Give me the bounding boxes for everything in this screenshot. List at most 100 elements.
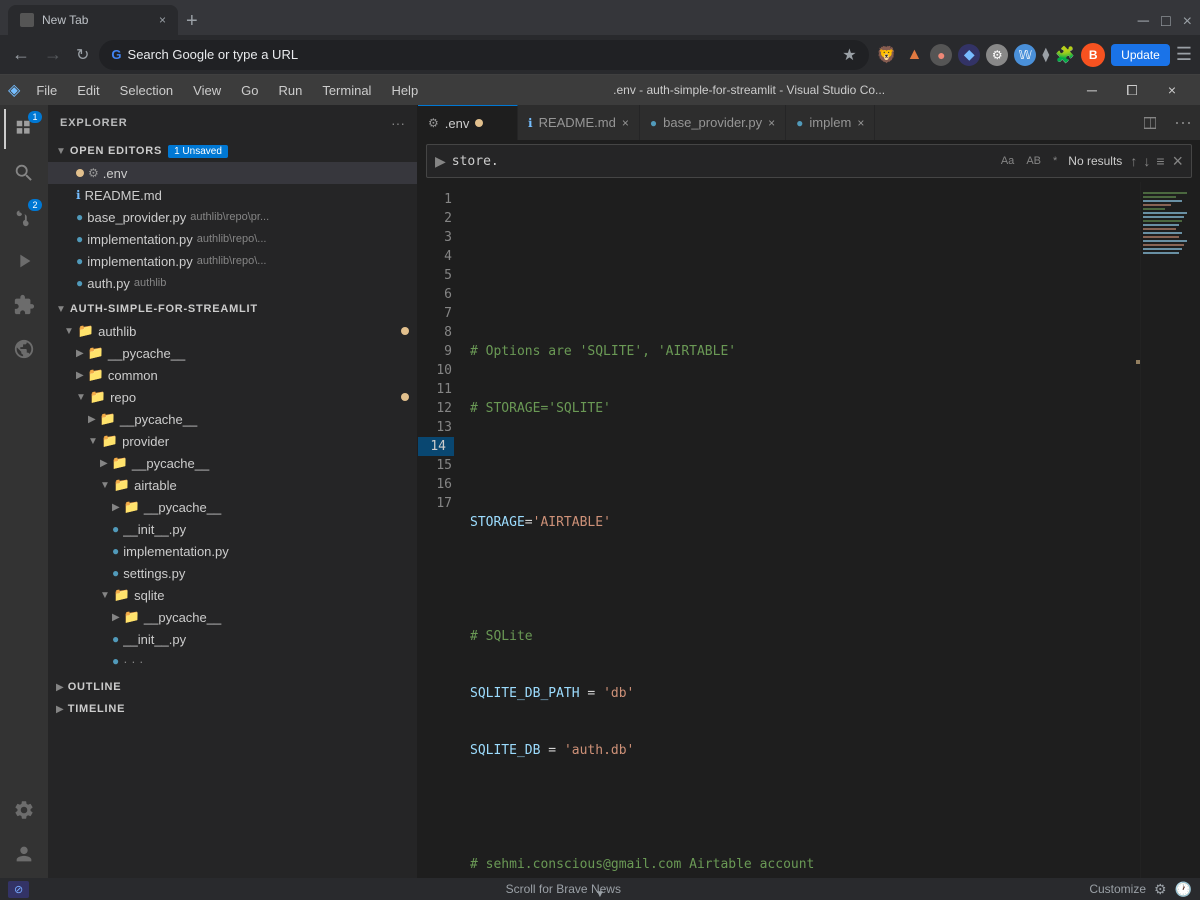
airtable-impl-file[interactable]: ● implementation.py: [48, 540, 417, 562]
activity-source-control[interactable]: 2: [4, 197, 44, 237]
extensions-icon[interactable]: 🧩: [1055, 45, 1075, 65]
readme-tab-close[interactable]: ×: [622, 116, 629, 130]
reload-btn[interactable]: ↻: [72, 41, 93, 69]
sidebar-more-btn[interactable]: ···: [391, 115, 405, 131]
vscode-menu-go[interactable]: Go: [233, 79, 266, 102]
repo-chevron-down-icon: ▼: [76, 392, 86, 403]
sqlite-more-files[interactable]: ● · · ·: [48, 650, 417, 672]
airtable-folder-name: airtable: [134, 478, 177, 493]
provider-folder[interactable]: ▼ 📁 provider: [48, 430, 417, 452]
new-tab-button[interactable]: +: [178, 10, 206, 33]
customize-btn[interactable]: Customize: [1089, 882, 1146, 896]
airtable-settings-file[interactable]: ● settings.py: [48, 562, 417, 584]
project-folder-header[interactable]: ▼ AUTH-SIMPLE-FOR-STREAMLIT: [48, 298, 417, 320]
pycache-folder-2[interactable]: ▶ 📁 __pycache__: [48, 408, 417, 430]
window-maximize-btn[interactable]: □: [1161, 13, 1171, 31]
tab-base-provider[interactable]: ● base_provider.py ×: [640, 105, 786, 140]
open-editors-label: Open Editors: [70, 145, 162, 157]
vscode-close-btn[interactable]: ×: [1152, 75, 1192, 105]
ext-icon-1[interactable]: ●: [930, 44, 952, 66]
search-expand-icon[interactable]: ▶: [435, 153, 446, 170]
vscode-menu-view[interactable]: View: [185, 79, 229, 102]
vscode-win-controls: ─ ⧠ ×: [1072, 75, 1192, 105]
vscode-menu-edit[interactable]: Edit: [69, 79, 107, 102]
search-regex-btn[interactable]: *: [1048, 152, 1062, 170]
window-minimize-btn[interactable]: ─: [1138, 13, 1149, 31]
bookmark-star-icon[interactable]: ★: [842, 45, 856, 65]
tab-implem[interactable]: ● implem ×: [786, 105, 875, 140]
tab-env[interactable]: ⚙ .env: [418, 105, 518, 140]
ext-icon-2[interactable]: ◆: [958, 44, 980, 66]
search-case-btn[interactable]: Aa: [996, 152, 1019, 170]
code-line-10: SQLITE_DB = 'auth.db': [470, 741, 1140, 760]
search-prev-btn[interactable]: ↑: [1128, 151, 1139, 171]
pycache-folder-3[interactable]: ▶ 📁 __pycache__: [48, 452, 417, 474]
nav-forward-btn[interactable]: →: [40, 40, 66, 69]
activity-extensions[interactable]: [4, 285, 44, 325]
open-editor-auth[interactable]: ● auth.py authlib: [48, 272, 417, 294]
repo-dot-badge: [401, 393, 409, 401]
ext-icon-3[interactable]: ⚙: [986, 44, 1008, 66]
base-provider-tab-close[interactable]: ×: [768, 116, 775, 130]
vscode-menu-selection[interactable]: Selection: [112, 79, 181, 102]
window-close-btn[interactable]: ×: [1183, 13, 1192, 31]
tab-readme[interactable]: ℹ README.md ×: [518, 105, 640, 140]
open-editor-impl-1[interactable]: ● implementation.py authlib\repo\...: [48, 228, 417, 250]
scroll-news-label: Scroll for Brave News: [37, 882, 1089, 896]
search-next-btn[interactable]: ↓: [1141, 151, 1152, 171]
vscode-menu-help[interactable]: Help: [383, 79, 426, 102]
search-word-btn[interactable]: AB: [1021, 152, 1046, 170]
browser-menu-btn[interactable]: ☰: [1176, 44, 1192, 65]
repo-folder[interactable]: ▼ 📁 repo: [48, 386, 417, 408]
airtable-folder[interactable]: ▼ 📁 airtable: [48, 474, 417, 496]
activity-remote[interactable]: [4, 329, 44, 369]
settings-gear-icon[interactable]: ⚙: [1154, 881, 1167, 898]
brave-rewards-icon[interactable]: ▲: [904, 44, 924, 66]
vscode-menu-file[interactable]: File: [28, 79, 65, 102]
activity-explorer[interactable]: 1: [4, 109, 44, 149]
activity-search[interactable]: [4, 153, 44, 193]
code-content[interactable]: # Options are 'SQLITE', 'AIRTABLE' # STO…: [462, 182, 1140, 878]
activity-run[interactable]: [4, 241, 44, 281]
activity-account[interactable]: [4, 834, 44, 874]
pycache-folder-4[interactable]: ▶ 📁 __pycache__: [48, 496, 417, 518]
ext-icon-5[interactable]: ⧫: [1042, 46, 1049, 63]
outline-section[interactable]: ▶ Outline: [48, 676, 417, 698]
vscode-menu-run[interactable]: Run: [270, 79, 310, 102]
tab-more-btn[interactable]: ···: [1166, 105, 1200, 140]
browser-tab[interactable]: New Tab ×: [8, 5, 178, 35]
vscode-minimize-btn[interactable]: ─: [1072, 75, 1112, 105]
history-icon[interactable]: 🕐: [1175, 881, 1192, 898]
implem-tab-close[interactable]: ×: [857, 116, 864, 130]
open-editor-impl-2[interactable]: ● implementation.py authlib\repo\...: [48, 250, 417, 272]
pycache3-name: __pycache__: [132, 456, 209, 471]
search-close-btn[interactable]: ×: [1172, 151, 1183, 172]
open-editor-env-file[interactable]: ⚙ .env: [48, 162, 417, 184]
search-input[interactable]: [452, 154, 990, 169]
editor[interactable]: 1 2 3 4 5 6 7 8 9 10 11 12 13 14 15 16 1: [418, 182, 1200, 878]
brave-shield-icon[interactable]: 🦁: [875, 43, 899, 67]
search-bar: ▶ Aa AB * No results ↑ ↓ ≡ ×: [426, 144, 1192, 178]
update-button[interactable]: Update: [1111, 44, 1170, 66]
vscode-restore-btn[interactable]: ⧠: [1112, 75, 1152, 105]
activity-settings[interactable]: [4, 790, 44, 830]
address-bar[interactable]: G Search Google or type a URL ★: [99, 40, 868, 70]
tab-close-btn[interactable]: ×: [159, 13, 166, 27]
airtable-init-file[interactable]: ● __init__.py: [48, 518, 417, 540]
vscode-menu-terminal[interactable]: Terminal: [314, 79, 379, 102]
authlib-folder[interactable]: ▼ 📁 authlib: [48, 320, 417, 342]
open-editor-readme[interactable]: ℹ README.md: [48, 184, 417, 206]
pycache-folder-5[interactable]: ▶ 📁 __pycache__: [48, 606, 417, 628]
sqlite-folder[interactable]: ▼ 📁 sqlite: [48, 584, 417, 606]
timeline-section[interactable]: ▶ Timeline: [48, 698, 417, 720]
common-folder[interactable]: ▶ 📁 common: [48, 364, 417, 386]
open-editors-section[interactable]: ▼ Open Editors 1 Unsaved: [48, 140, 417, 162]
sqlite-init-file[interactable]: ● __init__.py: [48, 628, 417, 650]
tab-split-btn[interactable]: [1134, 105, 1166, 140]
search-list-btn[interactable]: ≡: [1154, 151, 1166, 171]
nav-back-btn[interactable]: ←: [8, 40, 34, 69]
pycache-folder-1[interactable]: ▶ 📁 __pycache__: [48, 342, 417, 364]
open-editor-base-provider[interactable]: ● base_provider.py authlib\repo\pr...: [48, 206, 417, 228]
auth-file-name: auth.py: [87, 276, 130, 291]
ext-icon-4[interactable]: 𝕎: [1014, 44, 1036, 66]
